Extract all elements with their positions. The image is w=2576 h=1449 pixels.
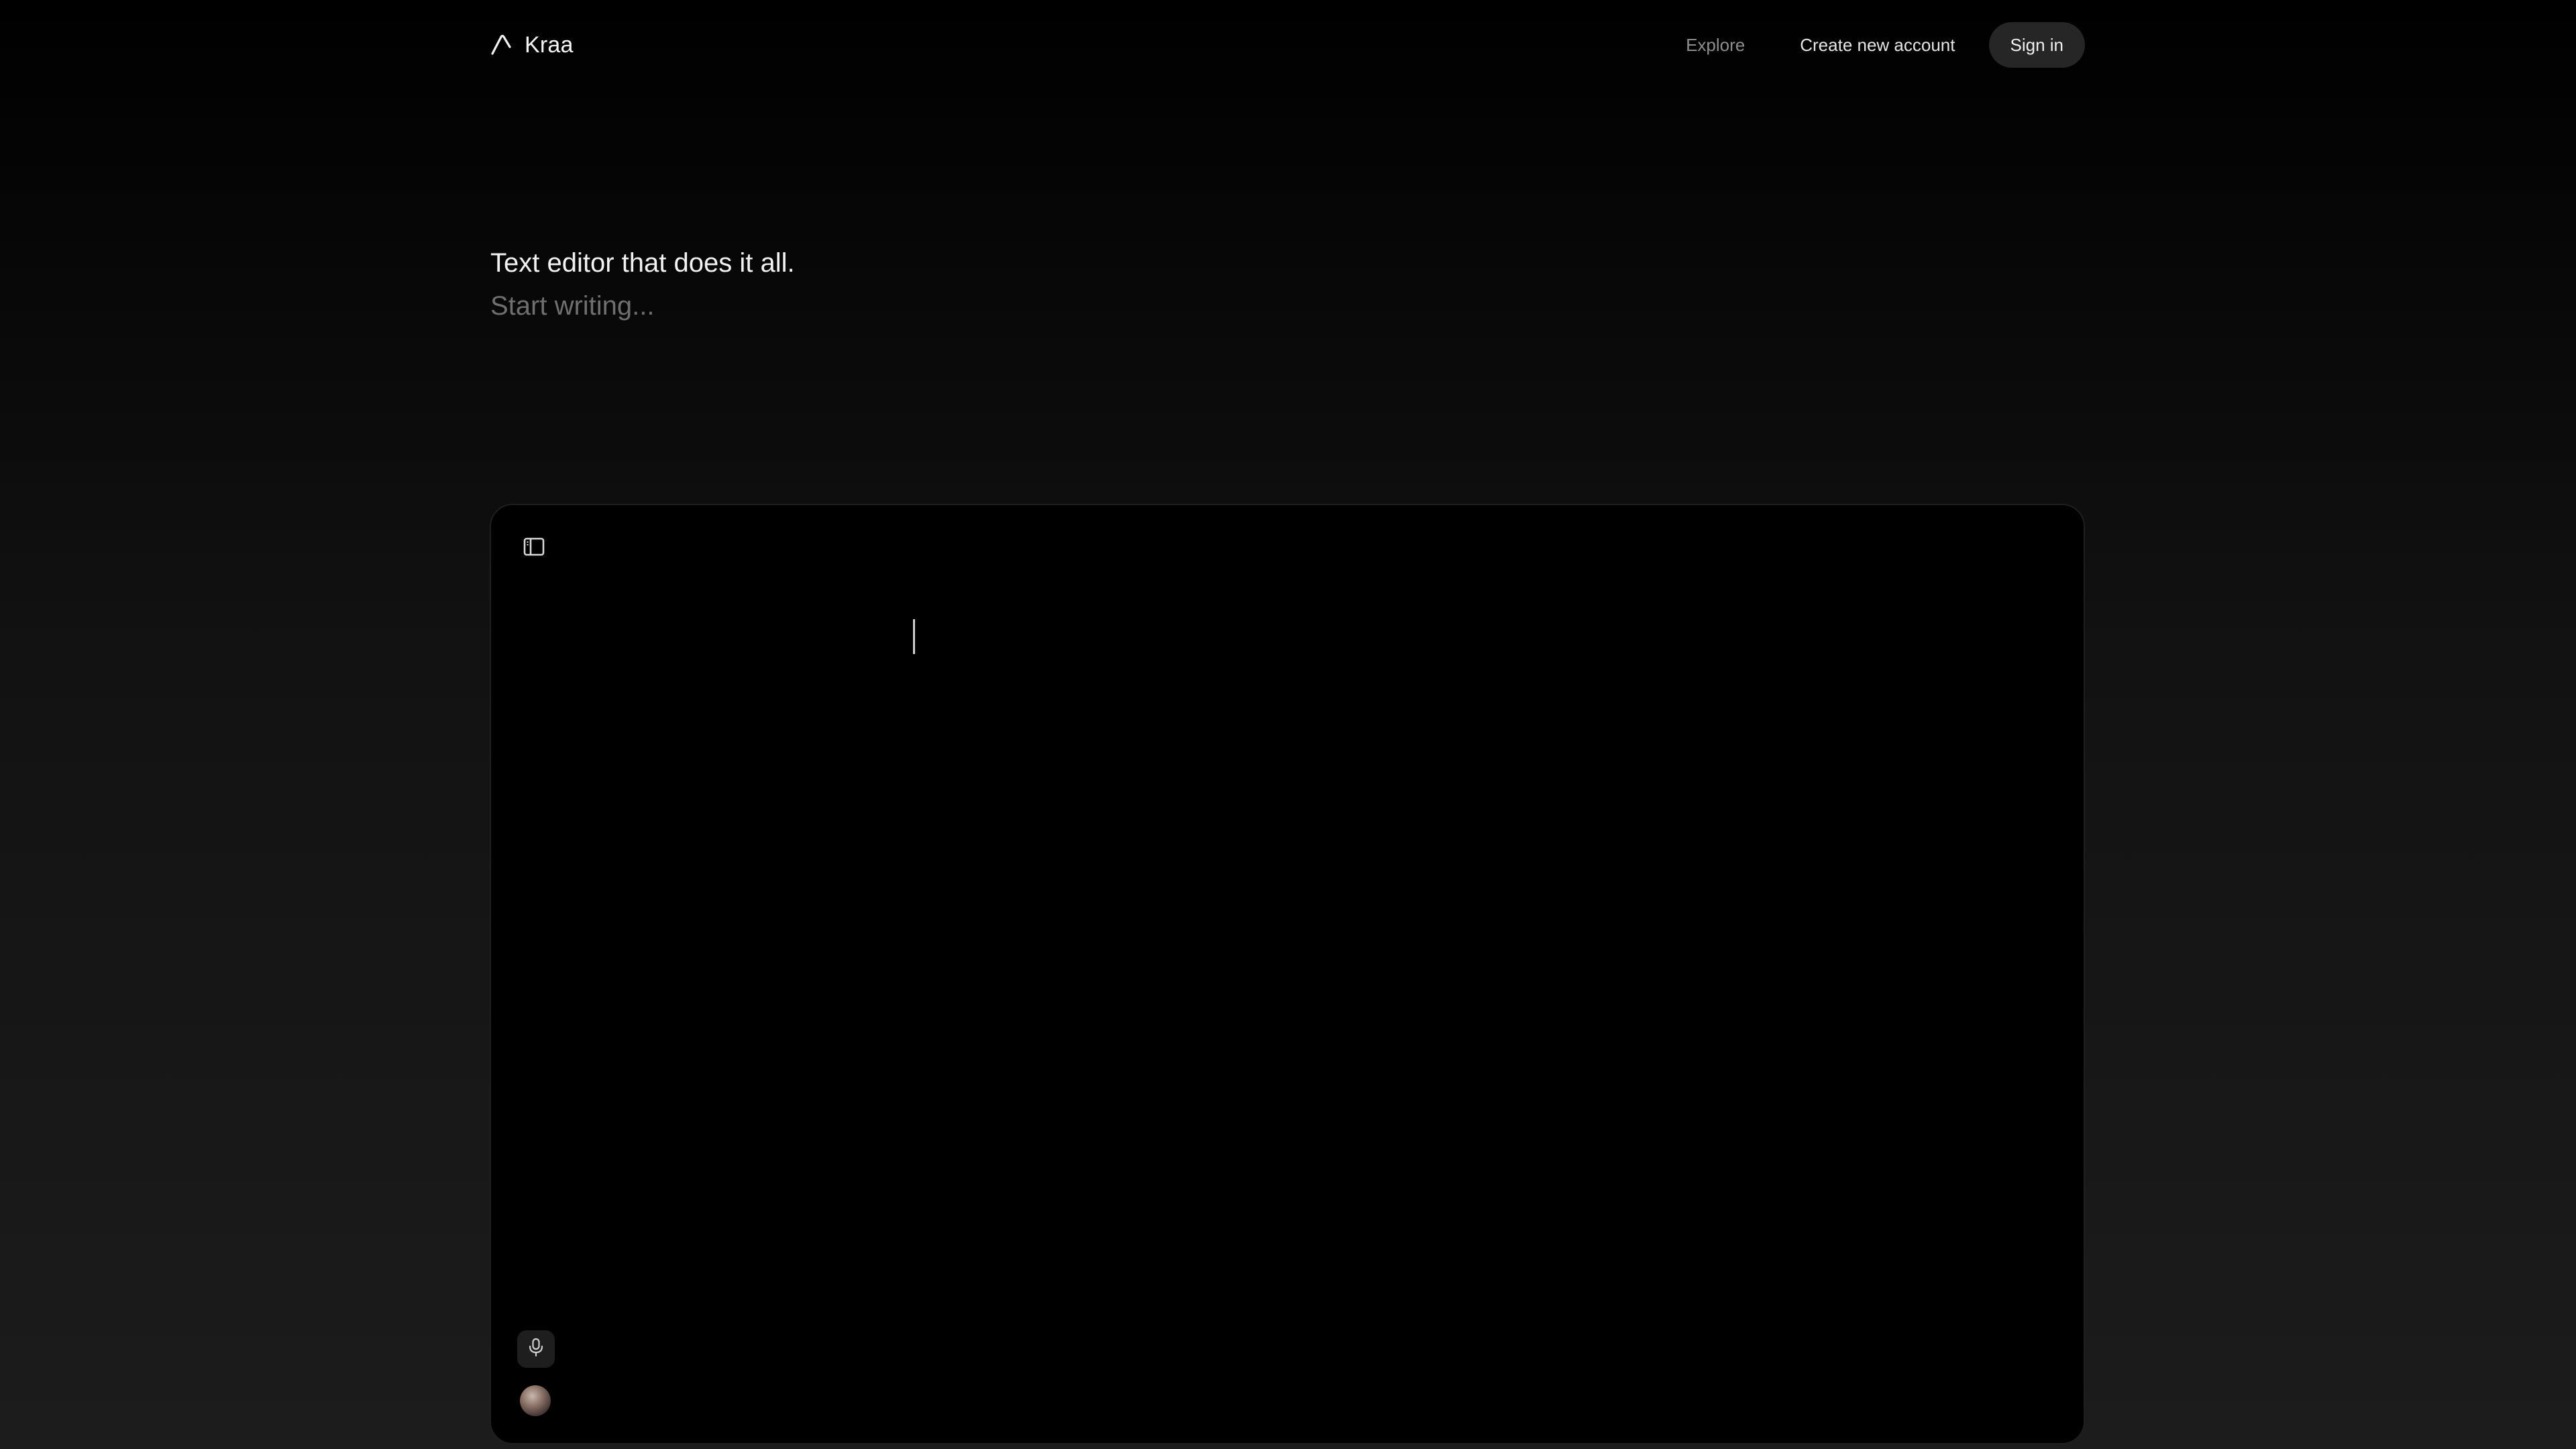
text-cursor xyxy=(913,619,915,654)
microphone-icon xyxy=(527,1338,545,1361)
hero-writing-prompt[interactable]: Start writing... xyxy=(490,284,795,327)
sign-in-button[interactable]: Sign in xyxy=(1988,22,2085,68)
top-header: Kraa Explore Create new account Sign in xyxy=(490,21,2085,68)
sidebar-toggle-button[interactable] xyxy=(521,535,547,561)
microphone-button[interactable] xyxy=(517,1330,555,1368)
sidebar-toggle-icon xyxy=(523,535,545,561)
hero-title: Text editor that does it all. xyxy=(490,248,795,278)
top-nav: Explore Create new account Sign in xyxy=(1664,22,2085,68)
user-avatar[interactable] xyxy=(520,1385,551,1416)
page: Kraa Explore Create new account Sign in … xyxy=(0,0,2576,1449)
hero-section: Text editor that does it all. Start writ… xyxy=(490,241,795,327)
kraa-logo-icon xyxy=(490,34,513,56)
create-account-link[interactable]: Create new account xyxy=(1778,23,1976,68)
explore-link[interactable]: Explore xyxy=(1664,23,1766,68)
brand-name: Kraa xyxy=(525,32,574,58)
brand-logo-link[interactable]: Kraa xyxy=(490,32,574,58)
editor-panel[interactable] xyxy=(490,504,2085,1444)
